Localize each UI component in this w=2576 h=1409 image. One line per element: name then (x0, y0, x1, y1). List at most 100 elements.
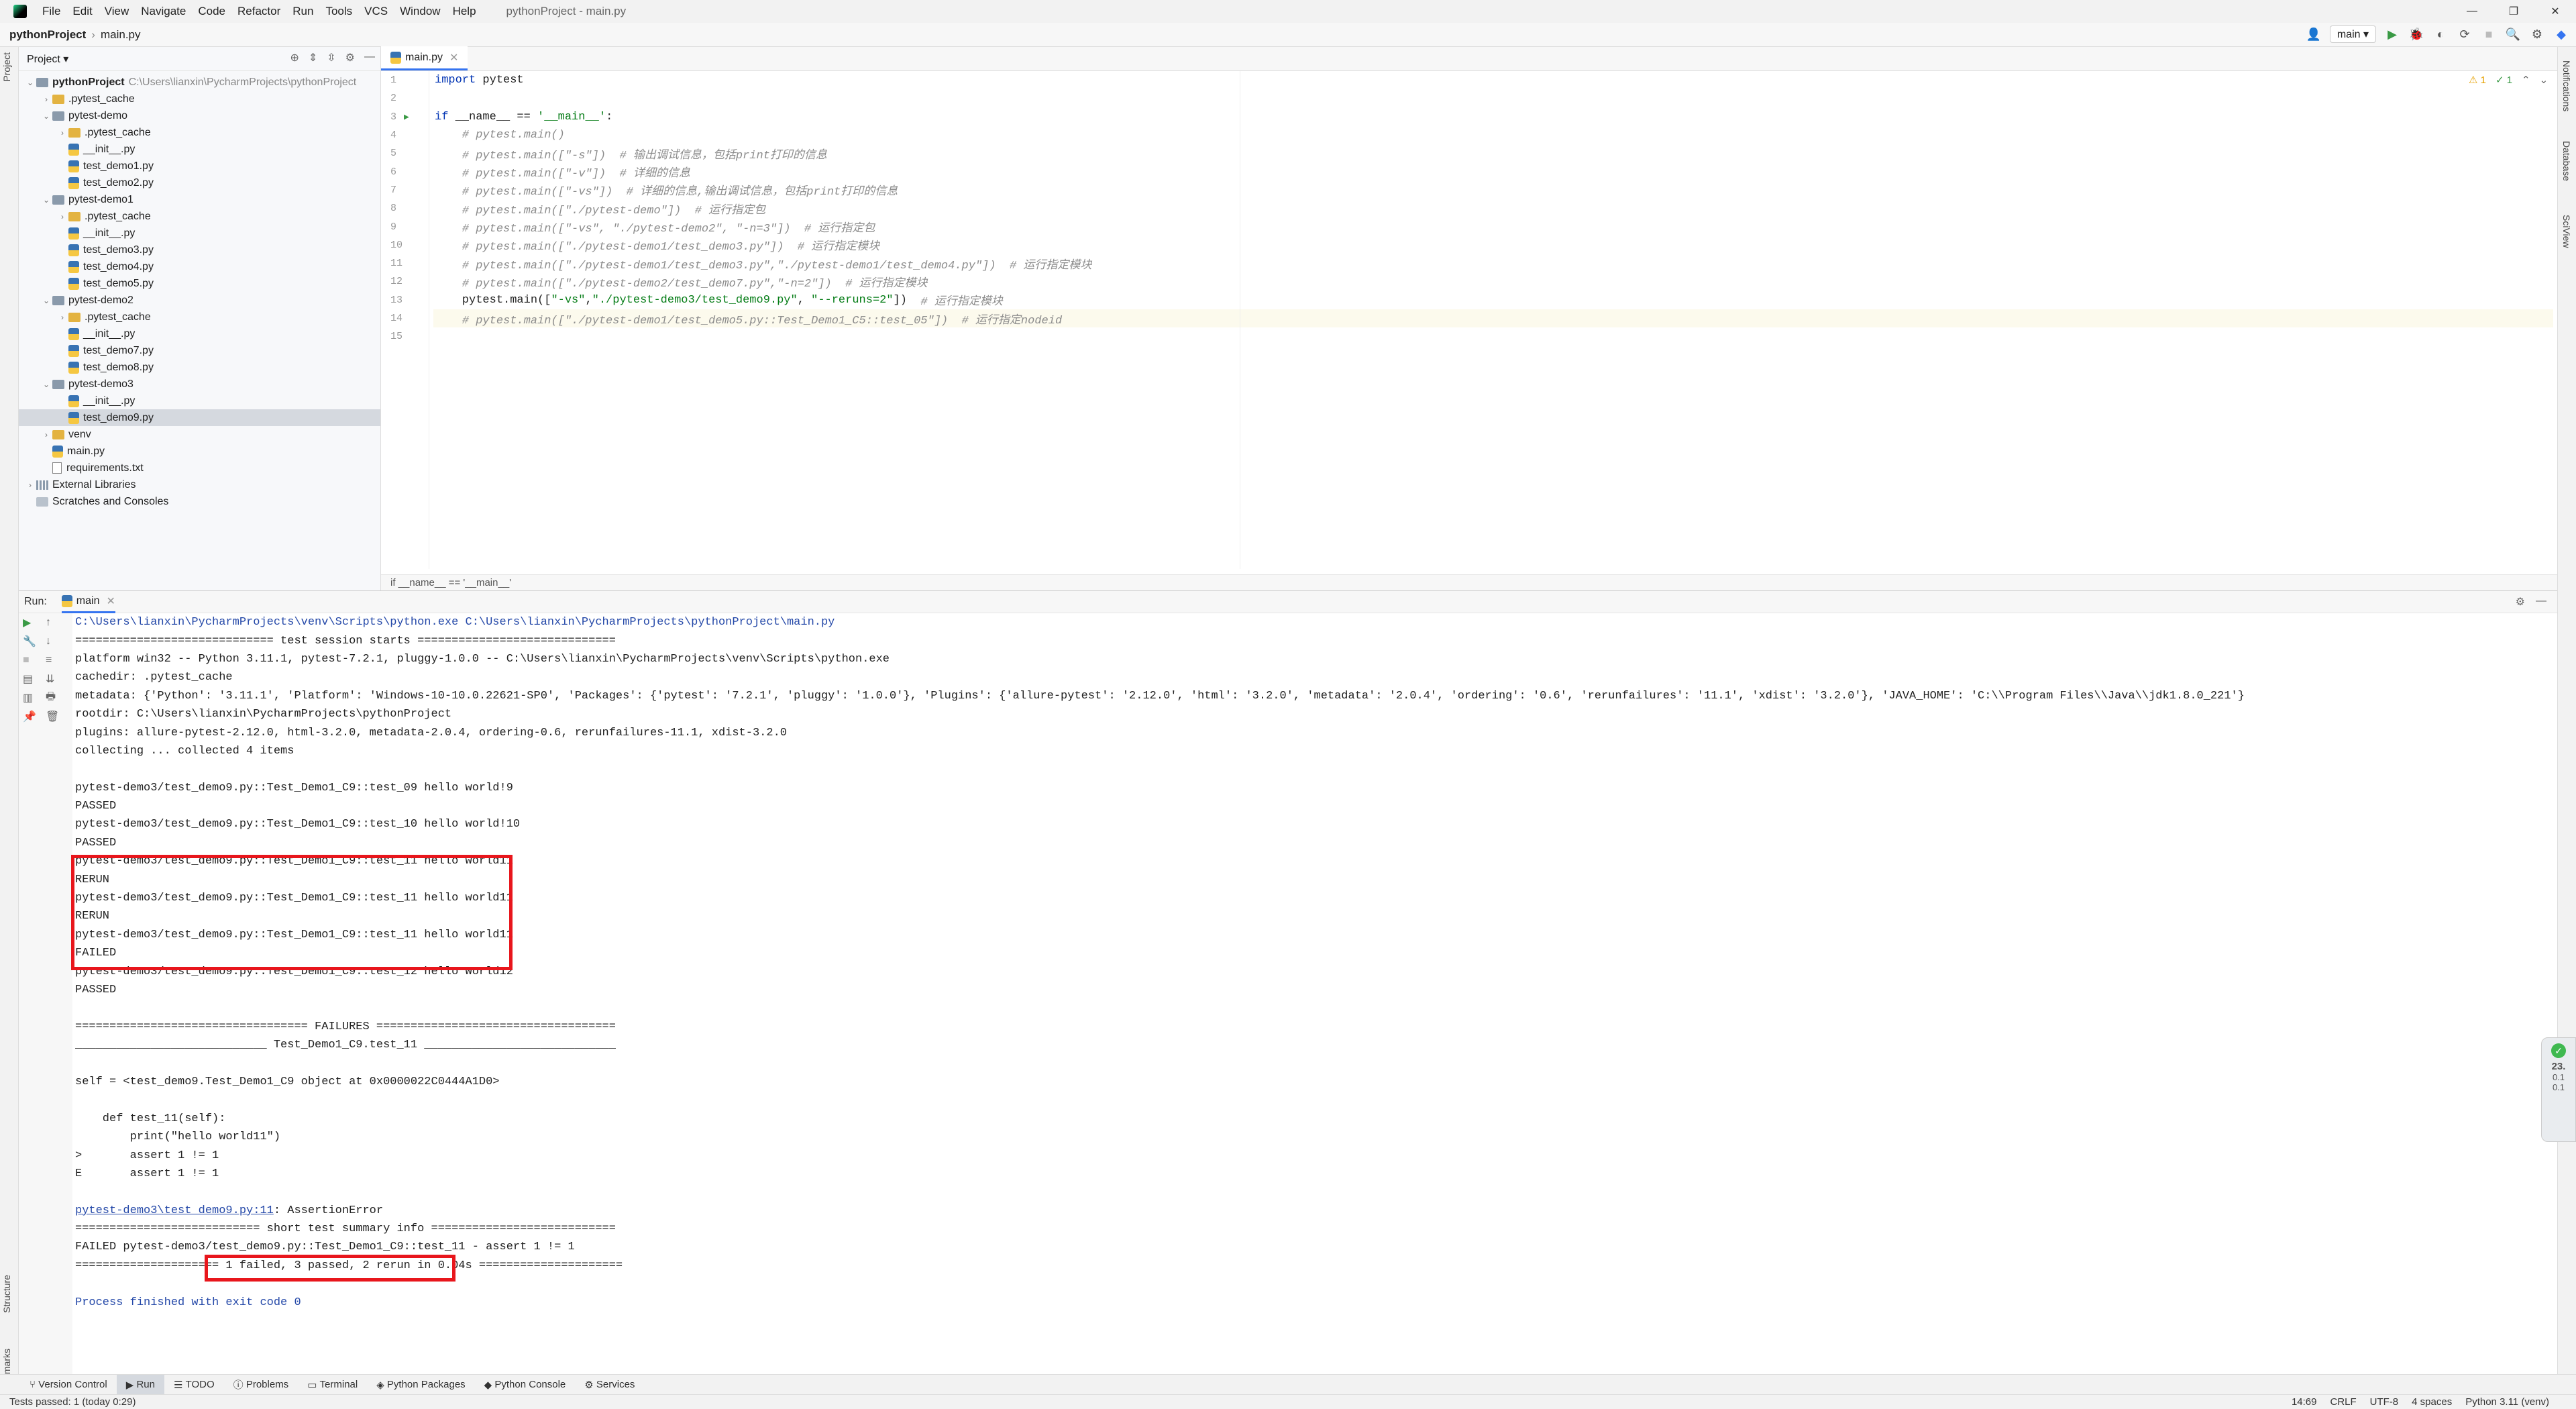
tree-item[interactable]: ⌄ pythonProject C:\Users\lianxin\PycharmPr… (19, 74, 380, 91)
minimize-button[interactable]: — (2451, 0, 2493, 23)
close-icon[interactable]: ✕ (449, 51, 458, 64)
tree-item[interactable]: › venv (19, 426, 380, 443)
menu-item-run[interactable]: Run (286, 5, 319, 18)
menu-item-refactor[interactable]: Refactor (231, 5, 286, 18)
menu-item-navigate[interactable]: Navigate (135, 5, 192, 18)
project-tool-button[interactable]: Project (1, 52, 12, 82)
restore-layout-icon[interactable]: ▥ (23, 688, 43, 707)
soft-wrap-icon[interactable]: ≡ (46, 651, 66, 670)
chevron-right-icon[interactable]: › (56, 128, 68, 138)
tree-item[interactable]: › .pytest_cache (19, 91, 380, 107)
run-tab-main[interactable]: main ✕ (61, 590, 115, 613)
chevron-down-icon[interactable]: ⌄ (40, 380, 52, 389)
chevron-down-icon[interactable]: ⌄ (40, 111, 52, 121)
chevron-right-icon[interactable]: › (56, 212, 68, 221)
tab-main-py[interactable]: main.py ✕ (381, 46, 468, 70)
tree-item[interactable]: › External Libraries (19, 476, 380, 493)
tree-item[interactable]: › .pytest_cache (19, 124, 380, 141)
tree-item[interactable]: test_demo3.py (19, 242, 380, 258)
file-encoding[interactable]: UTF-8 (2370, 1396, 2399, 1408)
expand-all-icon[interactable]: ⇕ (309, 51, 317, 64)
search-icon[interactable]: 🔍 (2505, 26, 2521, 42)
menu-item-help[interactable]: Help (447, 5, 482, 18)
chevron-right-icon[interactable]: › (40, 95, 52, 104)
menu-item-window[interactable]: Window (394, 5, 446, 18)
tree-item[interactable]: ⌄ pytest-demo3 (19, 376, 380, 393)
scroll-to-end-icon[interactable]: ⇊ (46, 670, 66, 688)
layout-icon[interactable]: ▤ (23, 670, 43, 688)
tree-item[interactable]: › .pytest_cache (19, 208, 380, 225)
tree-item[interactable]: test_demo8.py (19, 359, 380, 376)
gear-icon[interactable]: ⚙ (345, 51, 355, 64)
tree-item[interactable]: test_demo1.py (19, 158, 380, 174)
chevron-right-icon[interactable]: › (24, 480, 36, 490)
profile-icon[interactable]: ⟳ (2457, 26, 2473, 42)
stop-icon[interactable]: ■ (2481, 26, 2497, 42)
trash-icon[interactable]: 🗑 (46, 707, 66, 726)
sciview-tool-button[interactable]: SciView (2561, 215, 2572, 248)
tab-python-packages[interactable]: ◈ Python Packages (367, 1375, 474, 1395)
menu-item-edit[interactable]: Edit (66, 5, 98, 18)
caret-position[interactable]: 14:69 (2292, 1396, 2317, 1408)
menu-item-code[interactable]: Code (192, 5, 231, 18)
project-view-select[interactable]: Project ▾ (27, 52, 68, 66)
close-icon[interactable]: ✕ (106, 594, 115, 608)
interpreter-select[interactable]: Python 3.11 (venv) (2465, 1396, 2549, 1408)
rerun-icon[interactable]: ▶ (23, 613, 43, 632)
line-separator[interactable]: CRLF (2330, 1396, 2356, 1408)
tree-item[interactable]: ⌄ pytest-demo2 (19, 292, 380, 309)
tree-item[interactable]: ⌄ pytest-demo (19, 107, 380, 124)
tree-item[interactable]: › .pytest_cache (19, 309, 380, 325)
hide-icon[interactable]: — (364, 51, 375, 64)
tree-item[interactable]: test_demo5.py (19, 275, 380, 292)
stop-icon[interactable]: ■ (23, 651, 43, 670)
chevron-right-icon[interactable]: › (40, 430, 52, 439)
wrench-icon[interactable]: 🔧 (23, 632, 43, 651)
locate-icon[interactable]: ⊕ (290, 51, 299, 64)
tree-item[interactable]: test_demo4.py (19, 258, 380, 275)
tree-item[interactable]: test_demo2.py (19, 174, 380, 191)
status-message[interactable]: Tests passed: 1 (today 0:29) (9, 1396, 136, 1408)
breadcrumb-project[interactable]: pythonProject (9, 28, 86, 42)
menu-item-tools[interactable]: Tools (319, 5, 358, 18)
run-icon[interactable]: ▶ (2384, 26, 2400, 42)
restore-button[interactable]: ❐ (2493, 0, 2534, 23)
tree-item[interactable]: __init__.py (19, 325, 380, 342)
debug-icon[interactable]: 🐞 (2408, 26, 2424, 42)
tree-item[interactable]: requirements.txt (19, 460, 380, 476)
tab-terminal[interactable]: ▭ Terminal (298, 1375, 367, 1395)
tree-item[interactable]: main.py (19, 443, 380, 460)
chevron-right-icon[interactable]: › (56, 313, 68, 322)
notifications-tool-button[interactable]: Notifications (2561, 60, 2572, 111)
close-window-button[interactable]: ✕ (2534, 0, 2576, 23)
menu-item-file[interactable]: File (36, 5, 66, 18)
database-tool-button[interactable]: Database (2561, 141, 2572, 181)
tree-item[interactable]: test_demo9.py (19, 409, 380, 426)
update-icon[interactable]: ◆ (2553, 26, 2569, 42)
tab-todo[interactable]: ☰ TODO (164, 1375, 224, 1395)
run-gutter-icon[interactable]: ▶ (404, 112, 409, 122)
code-editor[interactable]: import pytest if __name__ == '__main__': … (433, 71, 2553, 569)
coverage-icon[interactable]: ◐ (2432, 26, 2449, 42)
tree-item[interactable]: __init__.py (19, 225, 380, 242)
breadcrumb-file[interactable]: main.py (101, 28, 141, 42)
pin-icon[interactable]: 📌 (23, 707, 43, 726)
memory-indicator[interactable]: ✓ 23. 0.1 0.1 (2541, 1037, 2576, 1142)
print-icon[interactable]: 🖶 (46, 688, 66, 707)
tab-services[interactable]: ⚙ Services (575, 1375, 644, 1395)
tab-python-console[interactable]: ◆ Python Console (475, 1375, 576, 1395)
tree-item[interactable]: __init__.py (19, 393, 380, 409)
scroll-up-icon[interactable]: ↑ (46, 613, 66, 632)
breadcrumb-scope[interactable]: if __name__ == '__main__' (390, 577, 511, 588)
tree-item[interactable]: test_demo7.py (19, 342, 380, 359)
user-icon[interactable]: 👤 (2306, 26, 2322, 42)
gear-icon[interactable]: ⚙ (2529, 26, 2545, 42)
menu-item-vcs[interactable]: VCS (358, 5, 394, 18)
scroll-down-icon[interactable]: ↓ (46, 632, 66, 651)
tree-item[interactable]: ⌄ pytest-demo1 (19, 191, 380, 208)
chevron-down-icon[interactable]: ⌄ (40, 296, 52, 305)
chevron-down-icon[interactable]: ⌄ (24, 78, 36, 87)
hide-icon[interactable]: — (2536, 595, 2546, 609)
collapse-all-icon[interactable]: ⇳ (327, 51, 335, 64)
tab-run[interactable]: ▶ Run (116, 1374, 164, 1395)
